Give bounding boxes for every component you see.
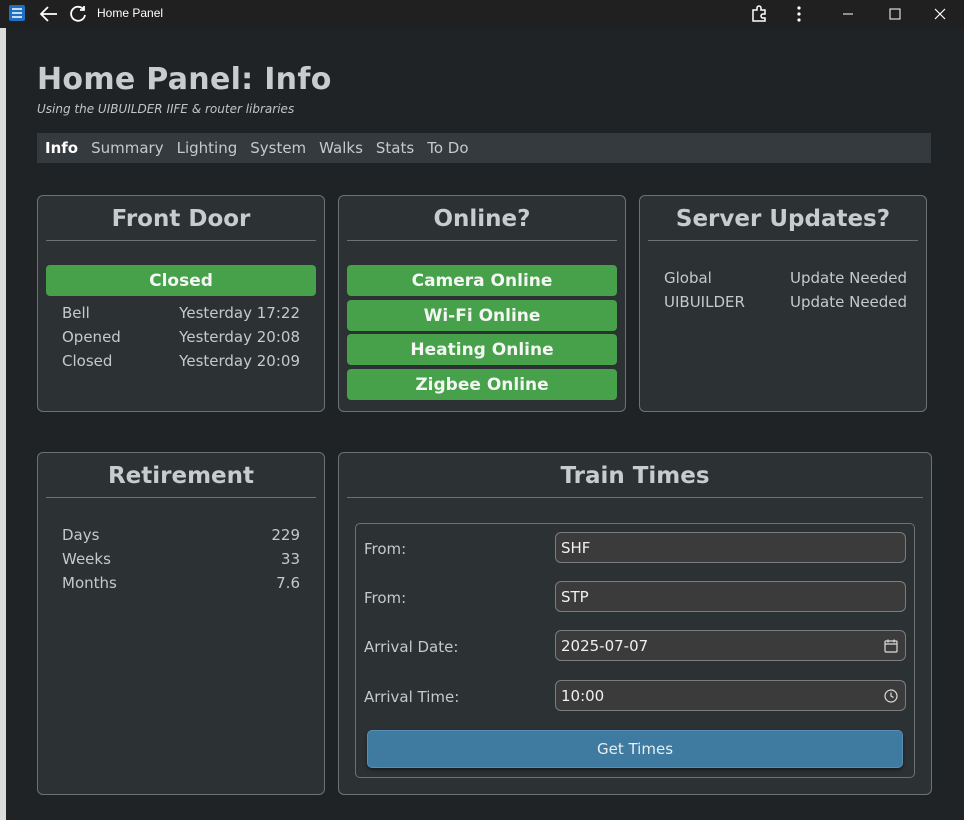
door-row: Closed Yesterday 20:09 xyxy=(62,352,300,370)
arrival-date-value: 2025-07-07 xyxy=(561,636,649,655)
get-times-button[interactable]: Get Times xyxy=(367,730,903,768)
door-row: Bell Yesterday 17:22 xyxy=(62,304,300,322)
wifi-status-badge: Wi-Fi Online xyxy=(347,300,617,331)
close-icon[interactable] xyxy=(928,2,952,26)
door-status-badge: Closed xyxy=(46,265,316,296)
zigbee-status-badge: Zigbee Online xyxy=(347,369,617,400)
door-row: Opened Yesterday 20:08 xyxy=(62,328,300,346)
from-label: From: xyxy=(364,540,407,558)
arrival-time-input[interactable]: 10:00 xyxy=(555,680,906,711)
door-row-label: Closed xyxy=(62,352,113,370)
arrival-date-input[interactable]: 2025-07-07 xyxy=(555,630,906,661)
door-row-value: Yesterday 20:08 xyxy=(179,328,300,346)
nav-item-info[interactable]: Info xyxy=(45,139,78,157)
train-times-card: Train Times From: SHF From: STP Arrival … xyxy=(338,452,932,795)
retirement-row: Months 7.6 xyxy=(62,574,300,592)
nav-item-lighting[interactable]: Lighting xyxy=(177,139,238,157)
nav-item-stats[interactable]: Stats xyxy=(376,139,414,157)
more-menu-icon[interactable] xyxy=(787,2,811,26)
app-icon xyxy=(9,5,25,21)
page-title: Home Panel: Info xyxy=(37,62,332,97)
calendar-icon[interactable] xyxy=(883,638,899,654)
retirement-row-value: 33 xyxy=(280,550,300,568)
retirement-title: Retirement xyxy=(46,463,316,498)
update-row: UIBUILDER Update Needed xyxy=(664,293,907,311)
camera-status-badge: Camera Online xyxy=(347,265,617,296)
title-bar: Home Panel xyxy=(0,0,964,28)
update-row-label: Global xyxy=(664,269,712,287)
train-times-title: Train Times xyxy=(347,463,923,498)
nav-item-summary[interactable]: Summary xyxy=(91,139,164,157)
server-updates-card: Server Updates? Global Update Needed UIB… xyxy=(639,195,927,412)
page-content: Home Panel: Info Using the UIBUILDER IIF… xyxy=(6,28,964,820)
update-row-value: Update Needed xyxy=(790,293,908,311)
door-row-label: Bell xyxy=(62,304,90,322)
nav-item-system[interactable]: System xyxy=(250,139,306,157)
retirement-card: Retirement Days 229 Weeks 33 Months 7.6 xyxy=(37,452,325,795)
update-row: Global Update Needed xyxy=(664,269,907,287)
front-door-title: Front Door xyxy=(46,206,316,241)
retirement-row-label: Months xyxy=(62,574,117,592)
page-subtitle: Using the UIBUILDER IIFE & router librar… xyxy=(37,102,295,116)
from-station-input[interactable]: SHF xyxy=(555,532,906,563)
server-updates-title: Server Updates? xyxy=(648,206,918,241)
front-door-card: Front Door Closed Bell Yesterday 17:22 O… xyxy=(37,195,325,412)
door-row-label: Opened xyxy=(62,328,121,346)
heating-status-badge: Heating Online xyxy=(347,334,617,365)
nav-item-todo[interactable]: To Do xyxy=(427,139,468,157)
retirement-row: Weeks 33 xyxy=(62,550,300,568)
from-label: From: xyxy=(364,589,407,607)
minimize-icon[interactable] xyxy=(836,2,860,26)
door-row-value: Yesterday 20:09 xyxy=(179,352,300,370)
window-title: Home Panel xyxy=(97,6,164,20)
online-title: Online? xyxy=(347,206,617,241)
nav-bar: Info Summary Lighting System Walks Stats… xyxy=(37,133,931,163)
train-times-form: From: SHF From: STP Arrival Date: 2025-0… xyxy=(355,523,915,778)
door-row-value: Yesterday 17:22 xyxy=(179,304,300,322)
back-arrow-icon[interactable] xyxy=(37,2,61,26)
update-row-label: UIBUILDER xyxy=(664,293,745,311)
online-card: Online? Camera Online Wi-Fi Online Heati… xyxy=(338,195,626,412)
retirement-row-label: Weeks xyxy=(62,550,111,568)
refresh-icon[interactable] xyxy=(66,2,90,26)
clock-icon[interactable] xyxy=(883,688,899,704)
arrival-date-label: Arrival Date: xyxy=(364,638,459,656)
arrival-time-label: Arrival Time: xyxy=(364,688,460,706)
arrival-time-value: 10:00 xyxy=(561,686,605,705)
to-station-input[interactable]: STP xyxy=(555,581,906,612)
maximize-icon[interactable] xyxy=(883,2,907,26)
retirement-row: Days 229 xyxy=(62,526,300,544)
update-row-value: Update Needed xyxy=(790,269,908,287)
retirement-row-value: 229 xyxy=(271,526,300,544)
extensions-icon[interactable] xyxy=(747,2,771,26)
retirement-row-label: Days xyxy=(62,526,100,544)
retirement-row-value: 7.6 xyxy=(276,574,300,592)
nav-item-walks[interactable]: Walks xyxy=(319,139,363,157)
